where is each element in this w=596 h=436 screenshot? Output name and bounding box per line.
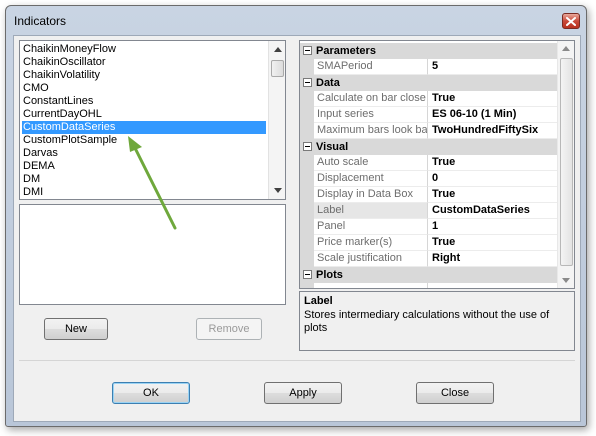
property-name: Auto scale (314, 155, 428, 171)
row-gutter (300, 251, 314, 267)
property-row[interactable]: SMAPeriod 5 (300, 59, 558, 75)
property-value[interactable]: 5 (428, 59, 558, 75)
property-value[interactable]: TwoHundredFiftySix (428, 123, 558, 139)
category-label: Parameters (316, 45, 376, 57)
list-item[interactable]: ConstantLines (22, 95, 266, 108)
row-gutter (300, 283, 314, 288)
property-value[interactable]: True (428, 155, 558, 171)
list-item[interactable]: CurrentDayOHL (22, 108, 266, 121)
property-name (314, 283, 428, 288)
indicator-list-scrollbar[interactable] (268, 41, 285, 199)
property-name: Scale justification (314, 251, 428, 267)
list-item-selected[interactable]: CustomDataSeries (22, 121, 266, 134)
property-row[interactable]: Displacement 0 (300, 171, 558, 187)
property-value[interactable]: CustomDataSeries (428, 203, 558, 219)
scroll-up-icon[interactable] (562, 46, 570, 51)
row-gutter (300, 155, 314, 171)
property-value[interactable] (428, 283, 558, 288)
property-value[interactable]: 1 (428, 219, 558, 235)
scroll-down-icon[interactable] (274, 188, 282, 193)
row-gutter (300, 123, 314, 139)
property-value[interactable]: ES 06-10 (1 Min) (428, 107, 558, 123)
list-item[interactable]: CustomPlotSample (22, 134, 266, 147)
window-title: Indicators (14, 14, 67, 28)
collapse-icon[interactable] (303, 270, 312, 279)
row-gutter (300, 203, 314, 219)
property-row[interactable]: Panel 1 (300, 219, 558, 235)
property-name: Calculate on bar close (314, 91, 428, 107)
indicator-list[interactable]: ChaikinMoneyFlow ChaikinOscillator Chaik… (19, 40, 286, 200)
category-data[interactable]: Data (300, 75, 558, 91)
collapse-icon[interactable] (303, 142, 312, 151)
indicators-dialog: Indicators ChaikinMoneyFlow ChaikinOscil… (5, 5, 587, 427)
property-value[interactable]: 0 (428, 171, 558, 187)
property-row-partial[interactable] (300, 283, 558, 288)
dialog-body: ChaikinMoneyFlow ChaikinOscillator Chaik… (13, 35, 581, 422)
property-row[interactable]: Display in Data Box True (300, 187, 558, 203)
scroll-thumb[interactable] (271, 60, 284, 77)
new-button[interactable]: New (44, 318, 108, 340)
applied-indicators-list[interactable] (19, 204, 286, 305)
property-value[interactable]: True (428, 187, 558, 203)
scroll-thumb[interactable] (560, 58, 573, 266)
category-plots[interactable]: Plots (300, 267, 558, 283)
row-gutter (300, 235, 314, 251)
row-gutter (300, 171, 314, 187)
property-name: Displacement (314, 171, 428, 187)
property-name: Label (314, 203, 428, 219)
property-value[interactable]: Right (428, 251, 558, 267)
category-visual[interactable]: Visual (300, 139, 558, 155)
property-row[interactable]: Input series ES 06-10 (1 Min) (300, 107, 558, 123)
list-item[interactable]: Darvas (22, 147, 266, 160)
list-item[interactable]: CMO (22, 82, 266, 95)
property-value[interactable]: True (428, 91, 558, 107)
divider (19, 360, 575, 361)
collapse-icon[interactable] (303, 78, 312, 87)
property-help-panel: Label Stores intermediary calculations w… (299, 291, 575, 351)
scroll-down-icon[interactable] (562, 278, 570, 283)
property-row-label[interactable]: Label CustomDataSeries (300, 203, 558, 219)
ok-button[interactable]: OK (112, 382, 190, 404)
row-gutter (300, 107, 314, 123)
list-item[interactable]: DMI (22, 186, 266, 199)
list-item[interactable]: ChaikinOscillator (22, 56, 266, 69)
property-grid-scrollbar[interactable] (557, 41, 574, 288)
list-item[interactable]: ChaikinVolatility (22, 69, 266, 82)
property-row[interactable]: Auto scale True (300, 155, 558, 171)
category-label: Plots (316, 269, 343, 281)
list-item[interactable]: ChaikinMoneyFlow (22, 43, 266, 56)
property-name: SMAPeriod (314, 59, 428, 75)
property-name: Input series (314, 107, 428, 123)
property-row[interactable]: Scale justification Right (300, 251, 558, 267)
help-text: Stores intermediary calculations without… (304, 309, 550, 334)
category-parameters[interactable]: Parameters (300, 43, 558, 59)
help-title: Label (304, 295, 333, 307)
property-name: Panel (314, 219, 428, 235)
list-item[interactable]: DEMA (22, 160, 266, 173)
title-bar[interactable]: Indicators (6, 6, 586, 32)
close-x-icon (566, 16, 576, 26)
property-row[interactable]: Price marker(s) True (300, 235, 558, 251)
list-item[interactable]: DM (22, 173, 266, 186)
apply-button[interactable]: Apply (264, 382, 342, 404)
scroll-up-icon[interactable] (274, 47, 282, 52)
property-name: Maximum bars look back (314, 123, 428, 139)
property-name: Display in Data Box (314, 187, 428, 203)
property-name: Price marker(s) (314, 235, 428, 251)
property-row[interactable]: Maximum bars look back TwoHundredFiftySi… (300, 123, 558, 139)
property-row[interactable]: Calculate on bar close True (300, 91, 558, 107)
close-window-button[interactable] (562, 13, 580, 29)
category-label: Visual (316, 141, 349, 153)
row-gutter (300, 91, 314, 107)
property-value[interactable]: True (428, 235, 558, 251)
collapse-icon[interactable] (303, 46, 312, 55)
category-label: Data (316, 77, 340, 89)
close-button[interactable]: Close (416, 382, 494, 404)
row-gutter (300, 219, 314, 235)
row-gutter (300, 59, 314, 75)
row-gutter (300, 187, 314, 203)
property-grid[interactable]: Parameters SMAPeriod 5 Data Calculate on… (299, 40, 575, 289)
remove-button[interactable]: Remove (196, 318, 262, 340)
